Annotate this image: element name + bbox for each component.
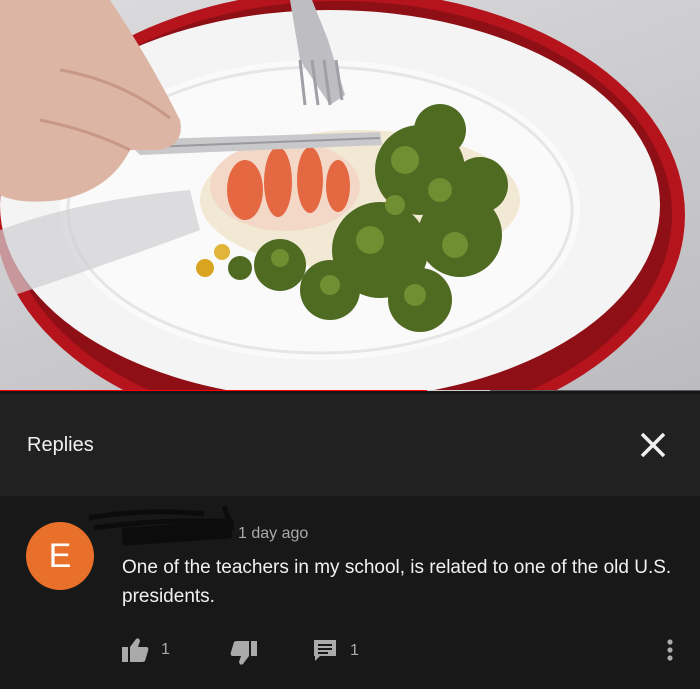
close-button[interactable] <box>636 428 670 462</box>
more-options-button[interactable] <box>660 636 680 664</box>
reply-count: 1 <box>350 642 359 659</box>
redaction-scribble <box>88 505 235 531</box>
progress-played <box>0 390 427 391</box>
comment-timestamp: 1 day ago <box>238 525 309 542</box>
thumbs-up-icon <box>122 638 149 662</box>
thumbs-down-icon <box>230 641 257 665</box>
dislike-button[interactable] <box>230 640 258 666</box>
close-icon <box>640 432 666 458</box>
video-frame <box>0 0 685 391</box>
like-count: 1 <box>161 641 170 658</box>
avatar-letter: E <box>48 536 72 575</box>
replies-title: Replies <box>27 434 94 456</box>
replies-header <box>0 394 700 496</box>
more-vertical-icon <box>667 639 673 661</box>
video-player[interactable] <box>0 0 700 391</box>
comment-icon <box>314 640 336 661</box>
reply-button[interactable]: 1 <box>312 638 359 664</box>
video-progress-bar[interactable] <box>0 390 700 391</box>
comment-text: One of the teachers in my school, is rel… <box>122 557 672 607</box>
like-button[interactable]: 1 <box>121 637 170 663</box>
